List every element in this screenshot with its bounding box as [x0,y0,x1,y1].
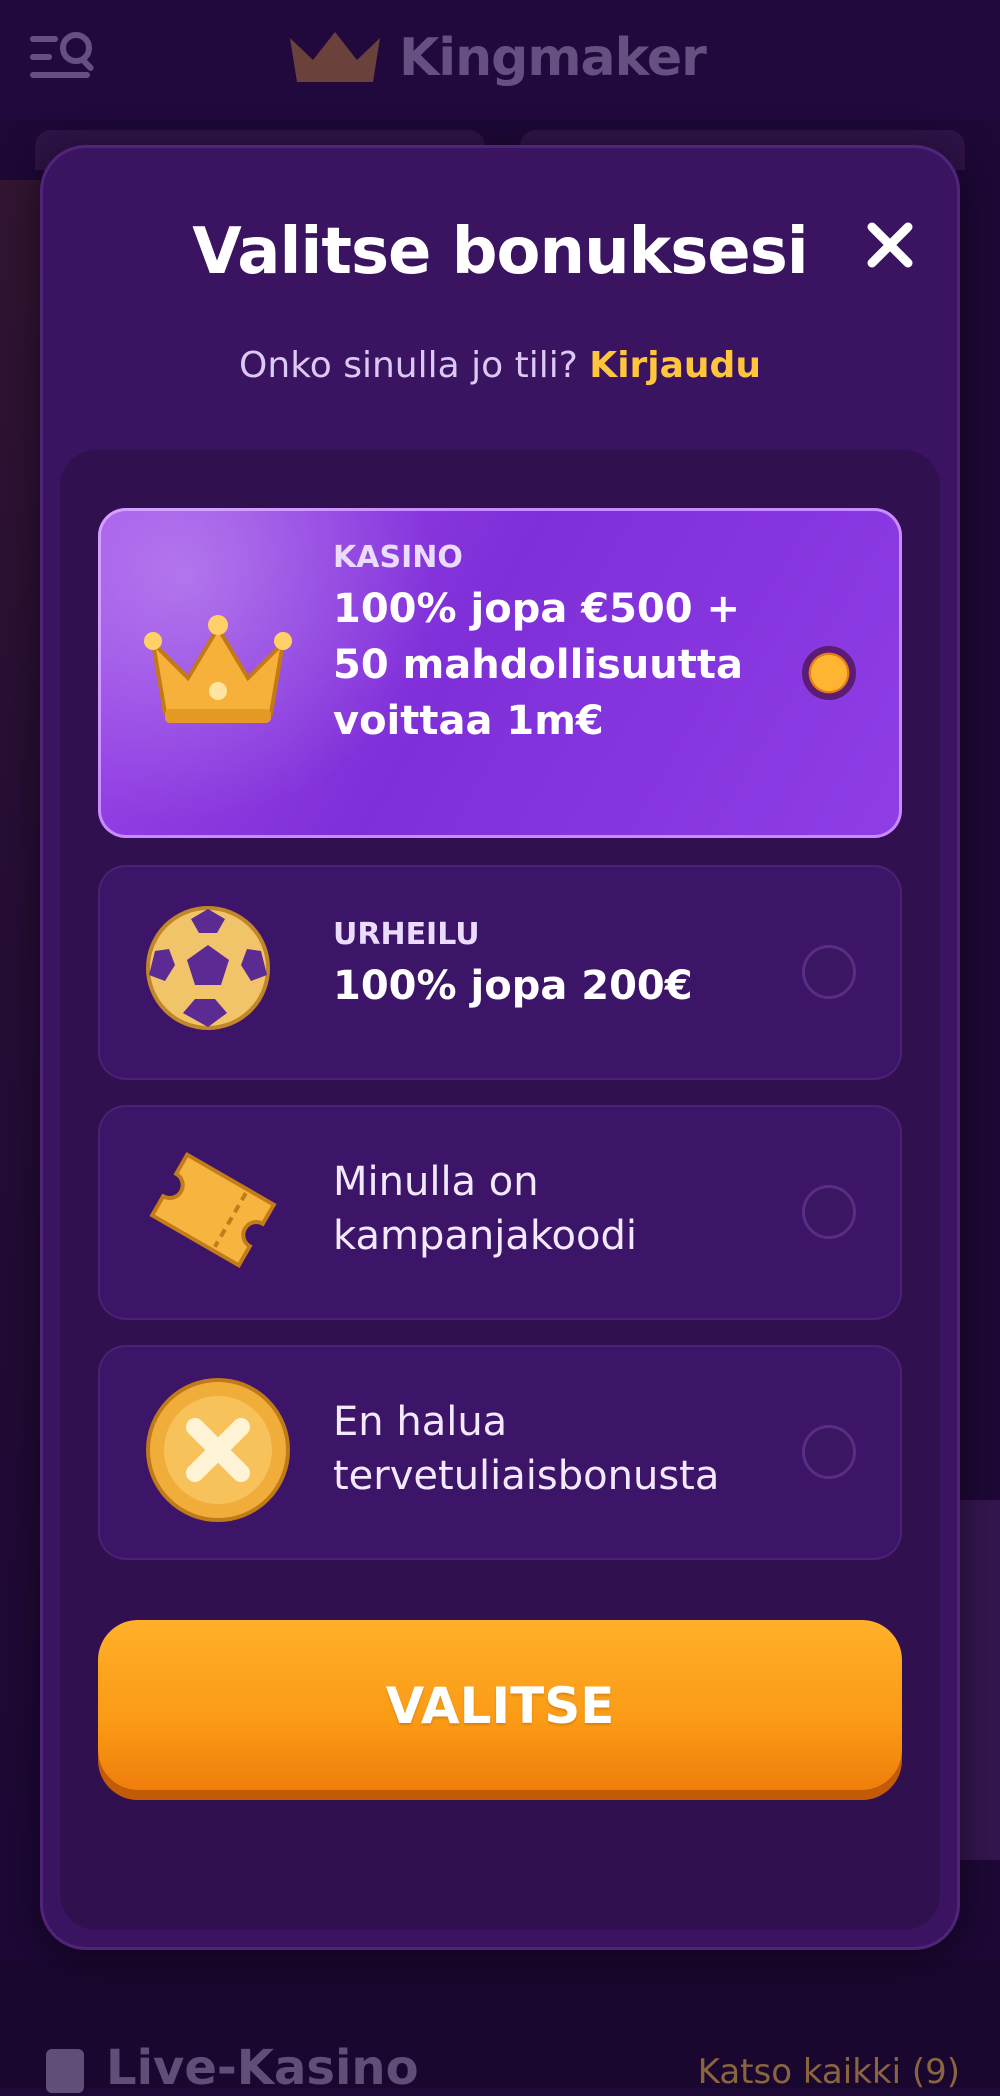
menu-search-icon[interactable] [30,28,100,88]
option-text: URHEILU 100% jopa 200€ [333,917,762,1014]
radio-selected[interactable] [802,646,856,700]
brand-name: Kingmaker [399,28,707,88]
radio-unselected[interactable] [802,1425,856,1479]
bonus-modal: Valitse bonuksesi Onko sinulla jo tili? … [40,145,960,1950]
no-bonus-coin-icon [146,1378,290,1522]
login-prompt-line: Onko sinulla jo tili? Kirjaudu [40,345,960,386]
login-prompt: Onko sinulla jo tili? [239,345,578,386]
option-description: 100% jopa €500 + 50 mahdollisuutta voitt… [333,586,743,744]
football-icon [146,906,270,1030]
bonus-option-promo-code[interactable]: Minulla on kampanjakoodi [98,1105,902,1320]
background-banner [960,1500,1000,1860]
modal-title: Valitse bonuksesi [192,215,808,289]
select-button[interactable]: VALITSE [98,1620,902,1790]
radio-unselected[interactable] [802,945,856,999]
option-description: Minulla on kampanjakoodi [333,1159,638,1259]
cards-icon [46,2049,84,2093]
option-category: URHEILU [333,917,480,952]
bonus-option-casino[interactable]: KASINO 100% jopa €500 + 50 mahdollisuutt… [98,508,902,838]
bonus-option-no-bonus[interactable]: En halua tervetuliaisbonusta [98,1345,902,1560]
option-category: KASINO [333,540,463,575]
see-all-link[interactable]: Katso kaikki (9) [698,2052,960,2092]
option-description: En halua tervetuliaisbonusta [333,1399,720,1499]
option-text: En halua tervetuliaisbonusta [333,1395,762,1503]
option-description: 100% jopa 200€ [333,963,693,1009]
close-icon[interactable] [860,215,920,275]
background-banner [0,180,40,1880]
bonus-option-sports[interactable]: URHEILU 100% jopa 200€ [98,865,902,1080]
login-link[interactable]: Kirjaudu [589,345,761,386]
ticket-icon [149,1151,277,1269]
radio-unselected[interactable] [802,1185,856,1239]
crown-icon [290,32,380,82]
option-text: Minulla on kampanjakoodi [333,1155,762,1263]
brand-logo[interactable]: Kingmaker [285,18,707,98]
crown-icon [144,615,292,723]
option-text: KASINO 100% jopa €500 + 50 mahdollisuutt… [333,540,762,749]
